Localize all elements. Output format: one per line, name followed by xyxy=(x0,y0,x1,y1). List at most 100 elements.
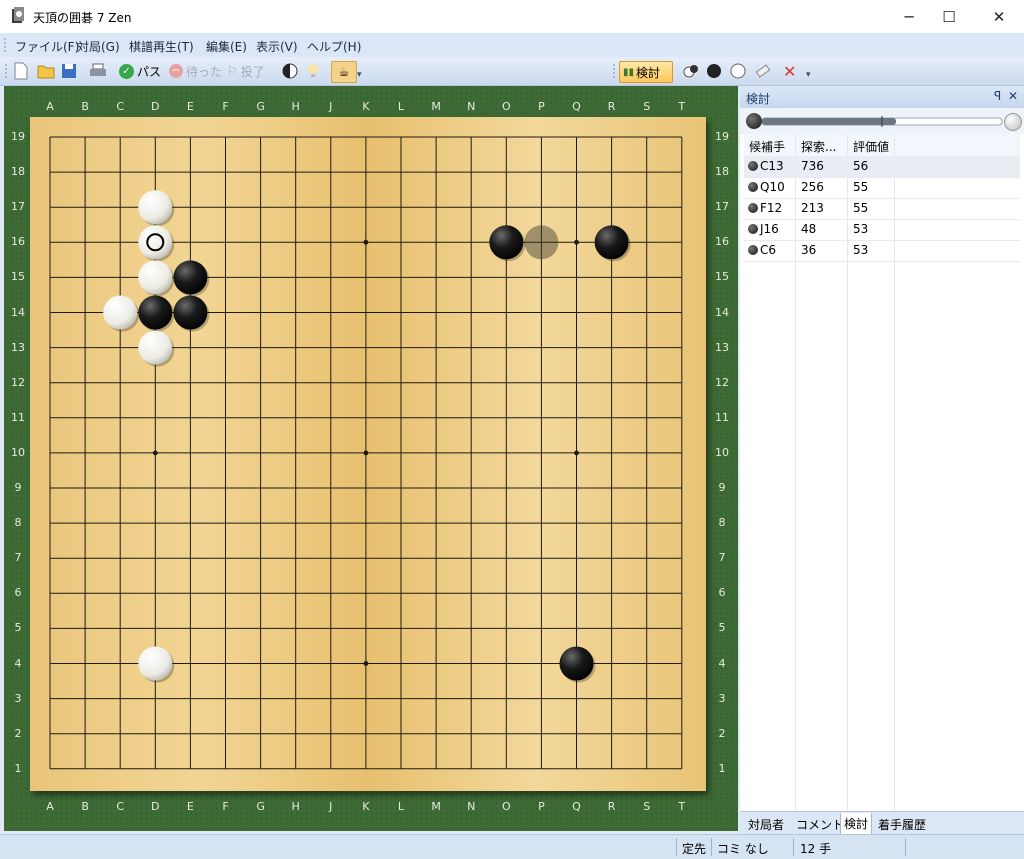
new-file-icon[interactable] xyxy=(13,61,29,81)
column-label: T xyxy=(678,800,686,813)
row-label: 2 xyxy=(14,726,22,740)
column-label: A xyxy=(46,800,54,813)
undo-label: 待った xyxy=(186,64,223,79)
window-title: 天頂の囲碁 7 Zen xyxy=(33,11,132,25)
delete-icon[interactable]: ✕ xyxy=(783,61,796,81)
column-label: Q xyxy=(572,800,581,813)
tea-cup-icon[interactable]: ☕ xyxy=(331,61,357,83)
pin-icon[interactable]: ꟼ xyxy=(994,89,1001,103)
row-label: 18 xyxy=(715,165,729,179)
row-label: 7 xyxy=(718,551,726,565)
column-label: B xyxy=(81,800,89,813)
black-stone xyxy=(559,646,594,681)
row-label: 1 xyxy=(718,761,726,775)
row-label: 11 xyxy=(715,410,729,424)
column-visits[interactable]: 探索... xyxy=(801,138,836,155)
print-icon[interactable] xyxy=(89,61,107,81)
candidate-row[interactable]: F12 213 55 xyxy=(744,198,1020,220)
row-label: 14 xyxy=(715,305,729,319)
column-label: E xyxy=(186,800,194,813)
menu-help[interactable]: ヘルプ(H) xyxy=(307,38,361,55)
column-score[interactable]: 評価値 xyxy=(853,138,889,155)
row-label: 3 xyxy=(718,691,726,705)
column-move[interactable]: 候補手 xyxy=(749,138,785,155)
column-label: L xyxy=(397,800,405,813)
row-label: 19 xyxy=(715,130,729,143)
row-label: 17 xyxy=(715,200,729,214)
black-stone xyxy=(489,225,524,260)
row-label: 18 xyxy=(11,165,25,179)
star-point xyxy=(152,450,158,456)
black-stone-icon xyxy=(748,245,758,255)
menu-bar: ファイル(F) 対局(G) 棋譜再生(T) 編集(E) 表示(V) ヘルプ(H) xyxy=(0,33,1024,57)
column-label: J xyxy=(329,100,333,113)
pass-button[interactable]: ✓ パス xyxy=(119,61,161,81)
column-label: D xyxy=(151,800,160,813)
menu-game[interactable]: 対局(G) xyxy=(77,38,120,55)
toolbar-overflow-icon-2[interactable]: ▾ xyxy=(806,65,811,85)
save-icon[interactable] xyxy=(61,61,77,81)
column-label: F xyxy=(222,800,229,813)
panel-header: 検討 ꟼ ✕ xyxy=(740,86,1024,108)
tab-move-history[interactable]: 着手履歴 xyxy=(878,816,926,833)
tab-comment[interactable]: コメント xyxy=(796,816,844,833)
star-point xyxy=(363,661,369,666)
tab-players[interactable]: 対局者 xyxy=(748,816,784,833)
white-stone xyxy=(138,646,173,681)
candidate-row[interactable]: C13 736 56 xyxy=(744,156,1020,178)
candidate-row[interactable]: C6 36 53 xyxy=(744,240,1020,262)
go-board[interactable] xyxy=(30,117,706,791)
stones-icon[interactable] xyxy=(682,61,700,81)
column-label: C xyxy=(116,800,125,813)
row-label: 8 xyxy=(14,516,22,530)
menu-view[interactable]: 表示(V) xyxy=(256,38,298,55)
column-label: Q xyxy=(572,100,581,113)
column-label: B xyxy=(81,100,89,113)
eraser-icon[interactable] xyxy=(755,61,771,81)
candidates-header: 候補手 探索... 評価値 xyxy=(744,134,1020,157)
white-stone xyxy=(138,260,173,295)
menu-edit[interactable]: 編集(E) xyxy=(206,38,247,55)
row-label: 4 xyxy=(14,656,22,670)
column-label: C xyxy=(116,100,125,113)
candidate-row[interactable]: Q10 256 55 xyxy=(744,177,1020,199)
white-stone xyxy=(103,295,138,330)
row-label: 13 xyxy=(11,340,25,354)
star-point xyxy=(363,239,369,245)
open-folder-icon[interactable] xyxy=(37,61,55,81)
row-label: 3 xyxy=(14,691,22,705)
undo-button[interactable]: − 待った xyxy=(169,61,222,81)
row-label: 8 xyxy=(718,516,726,530)
black-stone-icon xyxy=(746,113,762,129)
white-stone-icon[interactable] xyxy=(730,61,746,81)
maximize-button[interactable]: ☐ xyxy=(926,0,972,33)
analyze-button[interactable]: ▮▮ 検討 xyxy=(619,61,673,83)
column-label: K xyxy=(362,100,370,113)
panel-tabs: 対局者 コメント 検討 着手履歴 xyxy=(740,811,1024,835)
hint-stone xyxy=(524,225,559,260)
hint-bulb-icon[interactable] xyxy=(306,61,320,81)
star-point xyxy=(574,450,579,456)
toolbar-overflow-icon[interactable]: ▾ xyxy=(357,65,362,85)
close-button[interactable]: ✕ xyxy=(976,0,1022,33)
column-label: R xyxy=(607,100,616,113)
resign-button[interactable]: ⚐ 投了 xyxy=(227,61,265,81)
menu-file[interactable]: ファイル(F) xyxy=(15,38,79,55)
minus-icon: − xyxy=(169,64,183,78)
row-label: 17 xyxy=(11,200,25,214)
candidate-row[interactable]: J16 48 53 xyxy=(744,219,1020,241)
column-label: S xyxy=(643,800,651,813)
stone-color-icon[interactable] xyxy=(282,61,298,81)
column-label: A xyxy=(46,100,54,113)
row-label: 4 xyxy=(718,656,726,670)
row-label: 12 xyxy=(11,375,25,389)
toolbar: ✓ パス − 待った ⚐ 投了 ☕ ▾ ▮▮ 検討 ✕ ▾ xyxy=(0,57,1024,86)
tab-analysis[interactable]: 検討 xyxy=(840,813,873,835)
panel-close-icon[interactable]: ✕ xyxy=(1008,89,1018,103)
board-grid[interactable] xyxy=(30,117,706,791)
row-label: 6 xyxy=(718,586,726,600)
menu-replay[interactable]: 棋譜再生(T) xyxy=(129,38,194,55)
column-label: R xyxy=(607,800,616,813)
black-stone-icon[interactable] xyxy=(706,61,722,81)
row-label: 7 xyxy=(14,551,22,565)
